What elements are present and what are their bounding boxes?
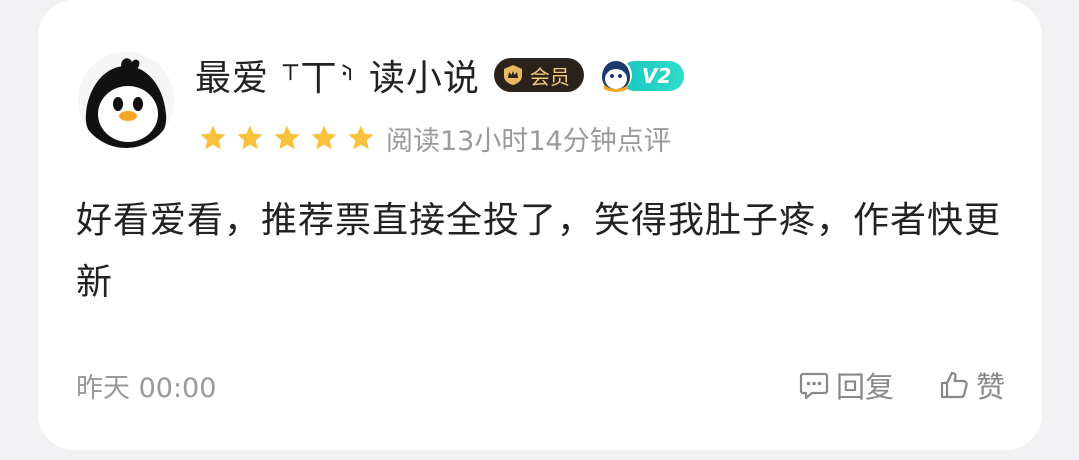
star-icon [346, 123, 376, 153]
avatar[interactable] [78, 52, 174, 148]
like-label: 赞 [976, 370, 1006, 404]
user-nickname[interactable]: 最爱 ⸆丅⸅ 读小说 [195, 49, 480, 101]
thumbs-up-icon [938, 369, 970, 401]
user-name-row: 最爱 ⸆丅⸅ 读小说 会员 V2 [195, 50, 686, 100]
reading-time-text: 阅读13小时14分钟点评 [386, 125, 671, 157]
rating-row: 阅读13小时14分钟点评 [198, 118, 671, 158]
comment-content: 好看爱看，推荐票直接全投了，笑得我肚子疼，作者快更新 [76, 200, 1002, 303]
star-icon [235, 123, 265, 153]
comment-card: 最爱 ⸆丅⸅ 读小说 会员 V2 阅读13小时14分钟点评 好看爱看，推荐票直接… [38, 0, 1042, 450]
like-button[interactable]: 赞 [938, 364, 1005, 406]
vip-badge[interactable]: 会员 [493, 58, 584, 92]
star-rating [198, 123, 376, 153]
penguin-level-icon [599, 59, 632, 92]
star-icon [198, 123, 228, 153]
crown-shield-icon [503, 65, 522, 85]
reply-button[interactable]: 回复 [798, 364, 894, 406]
level-badge-label: V2 [641, 64, 672, 88]
vip-badge-label: 会员 [529, 64, 570, 89]
comment-icon [798, 369, 830, 401]
penguin-avatar-icon [78, 52, 174, 148]
star-icon [309, 123, 339, 153]
reply-label: 回复 [836, 370, 895, 404]
comment-timestamp: 昨天 00:00 [76, 373, 217, 404]
level-badge[interactable]: V2 [598, 57, 686, 93]
star-icon [272, 123, 302, 153]
